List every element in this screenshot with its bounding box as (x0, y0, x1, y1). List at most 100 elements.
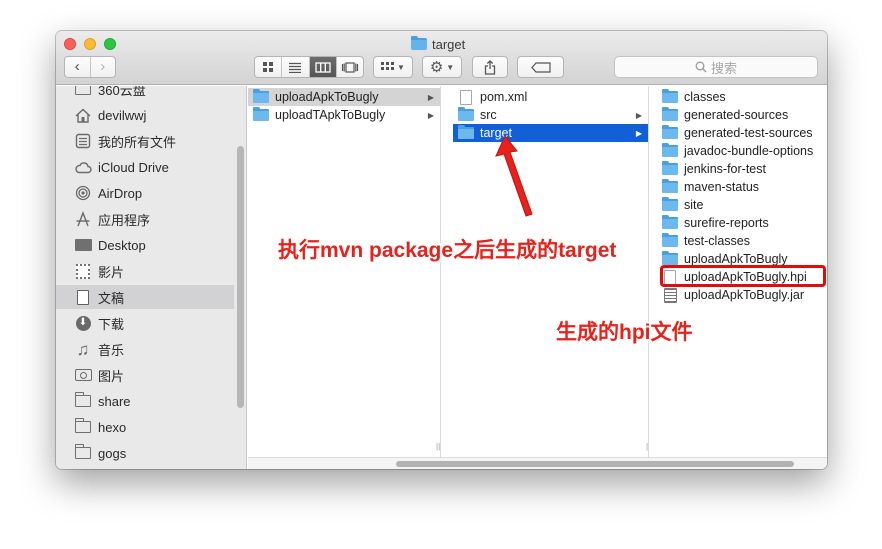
sidebar-item-gogs[interactable]: gogs (56, 441, 234, 465)
folder-icon (74, 392, 92, 409)
item-name: test-classes (684, 234, 750, 248)
column-resize-handle[interactable]: || (436, 442, 440, 451)
sidebar-item-label: 音乐 (98, 342, 125, 358)
item-name: src (480, 108, 497, 122)
sidebar-item-label: Desktop (98, 237, 146, 253)
tag-button[interactable] (517, 56, 564, 78)
sidebar-item-share[interactable]: share (56, 389, 234, 413)
horizontal-scrollbar[interactable] (396, 461, 794, 467)
all-files-icon (74, 133, 92, 149)
horizontal-scroll-area (248, 457, 827, 469)
sidebar-item-applications[interactable]: 应用程序 (56, 207, 234, 231)
icon-view-button[interactable] (255, 57, 283, 77)
sidebar-item-icloud-drive[interactable]: iCloud Drive (56, 155, 234, 179)
arrange-button[interactable]: ▼ (373, 56, 413, 78)
column-resize-handle[interactable]: || (646, 442, 648, 451)
desktop-icon (74, 237, 92, 253)
sidebar-item-label: 应用程序 (98, 212, 151, 228)
sidebar-item-documents[interactable]: 文稿 (56, 285, 234, 309)
folder-icon (662, 251, 678, 265)
share-button[interactable] (472, 56, 508, 78)
cloud-icon (74, 159, 92, 175)
window-title: target (411, 36, 465, 52)
back-button[interactable]: ‹ (65, 57, 91, 77)
zoom-button[interactable] (104, 38, 116, 50)
list-item[interactable]: maven-status (657, 178, 827, 196)
list-view-button[interactable] (282, 57, 310, 77)
sidebar-item-airdrop[interactable]: AirDrop (56, 181, 234, 205)
target-annotation: 执行mvn package之后生成的target (278, 239, 617, 262)
list-item[interactable]: site (657, 196, 827, 214)
list-item[interactable]: javadoc-bundle-options (657, 142, 827, 160)
list-item[interactable]: test-classes (657, 232, 827, 250)
gear-icon: ⚙ (429, 58, 444, 76)
list-item[interactable]: generated-test-sources (657, 124, 827, 142)
disclosure-arrow-icon: ▶ (427, 110, 434, 120)
disclosure-arrow-icon: ▶ (635, 128, 642, 138)
window-title-text: target (432, 36, 466, 52)
list-item[interactable]: surefire-reports (657, 214, 827, 232)
sidebar-item-360yunpan[interactable]: 360云盘 (56, 86, 234, 101)
list-item[interactable]: classes (657, 88, 827, 106)
list-item[interactable]: uploadTApkToBugly ▶ (248, 106, 440, 124)
list-lines-icon (289, 62, 302, 73)
airdrop-icon (74, 185, 92, 201)
folder-icon (662, 125, 678, 139)
sidebar-item-label: 文稿 (98, 290, 125, 306)
folder-icon (662, 107, 678, 121)
sidebar-item-devilwwj[interactable]: devilwwj (56, 103, 234, 127)
sidebar-item-pictures[interactable]: 图片 (56, 363, 234, 387)
item-name: uploadTApkToBugly (275, 108, 386, 122)
folder-icon (662, 197, 678, 211)
search-icon (695, 61, 707, 73)
coverflow-view-button[interactable] (337, 57, 363, 77)
sidebar-scrollbar[interactable] (237, 146, 244, 408)
minimize-button[interactable] (84, 38, 96, 50)
sidebar-item-all-files[interactable]: 我的所有文件 (56, 129, 234, 153)
item-name: site (684, 198, 704, 212)
folder-icon (74, 86, 92, 97)
hpi-highlight-box (660, 265, 826, 287)
sidebar-item-downloads[interactable]: ⬇ 下载 (56, 311, 234, 335)
list-item[interactable]: uploadApkToBugly.jar (657, 286, 827, 304)
search-input[interactable]: 搜索 (614, 56, 818, 78)
sidebar: 360云盘 devilwwj 我的所有文件 iCloud Drive AirDr… (56, 86, 247, 469)
sidebar-item-movies[interactable]: 影片 (56, 259, 234, 283)
music-icon: ♫ (76, 339, 90, 359)
sidebar-item-label: share (98, 393, 131, 409)
sidebar-item-desktop[interactable]: Desktop (56, 233, 234, 257)
item-name: uploadApkToBugly (684, 252, 788, 266)
sidebar-item-music[interactable]: ♫ 音乐 (56, 337, 234, 361)
document-icon (458, 89, 474, 105)
sidebar-item-label: 图片 (98, 368, 125, 384)
sidebar-item-label: gogs (98, 445, 127, 461)
column-bars-icon (314, 61, 331, 73)
view-mode-selector (254, 56, 364, 78)
folder-icon (253, 107, 269, 121)
disclosure-arrow-icon: ▶ (427, 92, 434, 102)
navigation-buttons: ‹ › (64, 56, 116, 78)
folder-icon (458, 125, 474, 139)
action-button[interactable]: ⚙ ▼ (422, 56, 462, 78)
coverflow-icon (341, 61, 358, 73)
folder-icon (662, 161, 678, 175)
close-button[interactable] (64, 38, 76, 50)
list-item[interactable]: src ▶ (453, 106, 648, 124)
jar-file-icon (662, 287, 678, 303)
list-item[interactable]: target ▶ (453, 124, 648, 142)
forward-button[interactable]: › (91, 57, 116, 77)
list-item[interactable]: pom.xml (453, 88, 648, 106)
list-item[interactable]: jenkins-for-test (657, 160, 827, 178)
column-view-button[interactable] (309, 57, 337, 77)
list-item[interactable]: generated-sources (657, 106, 827, 124)
item-name: maven-status (684, 180, 760, 194)
item-name: uploadApkToBugly (275, 90, 379, 104)
grid-dropdown-icon (381, 61, 395, 70)
toolbar: target ‹ › ▼ ⚙ ▼ 搜索 (56, 31, 827, 85)
sidebar-item-label: AirDrop (98, 185, 143, 201)
sidebar-item-hexo[interactable]: hexo (56, 415, 234, 439)
download-icon: ⬇ (74, 315, 92, 331)
item-name: jenkins-for-test (684, 162, 766, 176)
browser-column-1: uploadApkToBugly ▶ uploadTApkToBugly ▶ |… (248, 86, 441, 457)
list-item[interactable]: uploadApkToBugly ▶ (248, 88, 440, 106)
